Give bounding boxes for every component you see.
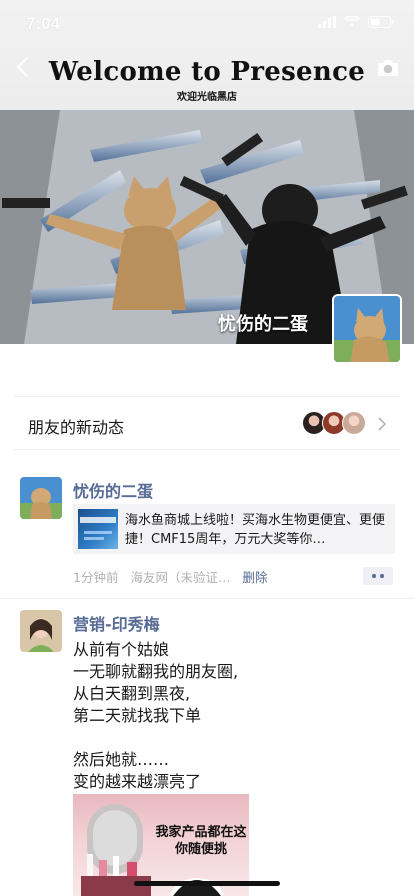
post-author-name[interactable]: 忧伤的二蛋	[73, 478, 153, 502]
chevron-right-icon	[378, 417, 386, 431]
post-meta: 1分钟前 海友网（未验证… 删除	[73, 567, 267, 586]
camera-icon[interactable]	[376, 57, 400, 79]
post-text-line: 从前有个姑娘	[73, 640, 170, 659]
post-text-line: 变的越来越漂亮了	[73, 772, 202, 791]
post-image-caption-line: 你随便挑	[174, 842, 227, 857]
battery-icon	[368, 16, 394, 28]
signal-icon	[318, 16, 336, 28]
page-title: Welcome to Presence	[48, 57, 366, 87]
post-divider	[0, 598, 414, 599]
post-author-name[interactable]: 营销-印秀梅	[73, 611, 160, 635]
dot-icon	[380, 574, 384, 578]
dot-icon	[372, 574, 376, 578]
delete-button[interactable]: 删除	[242, 567, 267, 586]
post-image-caption-line: 我家产品都在这	[155, 825, 247, 840]
page-subtitle: 欢迎光临黑店	[177, 92, 237, 103]
post-author-avatar[interactable]	[20, 610, 62, 652]
friends-activity-row[interactable]: 朋友的新动态	[14, 396, 400, 450]
cover-user-name: 忧伤的二蛋	[218, 314, 308, 335]
post-text-line: 从白天翻到黑夜,	[73, 684, 191, 703]
post-text: 从前有个姑娘 一无聊就翻我的朋友圈, 从白天翻到黑夜, 第二天就找我下单 然后她…	[73, 639, 238, 793]
profile-avatar[interactable]	[332, 294, 402, 364]
status-bar: 7:04	[0, 0, 414, 48]
shared-link-card[interactable]: 海水鱼商城上线啦！买海水生物更便宜、更便捷！CMF15周年，万元大奖等你…	[73, 504, 395, 554]
activity-avatars	[302, 411, 366, 435]
wifi-icon	[344, 16, 360, 27]
avatar	[342, 411, 366, 435]
shared-link-text: 海水鱼商城上线啦！买海水生物更便宜、更便捷！CMF15周年，万元大奖等你…	[125, 513, 386, 547]
more-actions-button[interactable]	[363, 567, 393, 585]
post-text-line: 一无聊就翻我的朋友圈,	[73, 662, 239, 681]
post-text-line	[73, 727, 238, 749]
post-text-line: 第二天就找我下单	[73, 706, 202, 725]
avatar-image	[334, 296, 400, 362]
home-indicator[interactable]	[134, 881, 280, 886]
header-area: 7:04 Welcome to Presence 欢迎光临黑店	[0, 0, 414, 110]
post-author-avatar[interactable]	[20, 477, 62, 519]
post-time: 1分钟前	[73, 570, 119, 585]
status-icons	[318, 16, 394, 28]
post-source[interactable]: 海友网（未验证…	[130, 567, 230, 586]
friends-activity-label: 朋友的新动态	[28, 418, 125, 437]
status-time: 7:04	[26, 14, 61, 33]
post-image-caption: 我家产品都在这 你随便挑	[153, 824, 249, 858]
link-thumbnail	[78, 509, 118, 549]
post-text-line: 然后她就……	[73, 750, 170, 769]
